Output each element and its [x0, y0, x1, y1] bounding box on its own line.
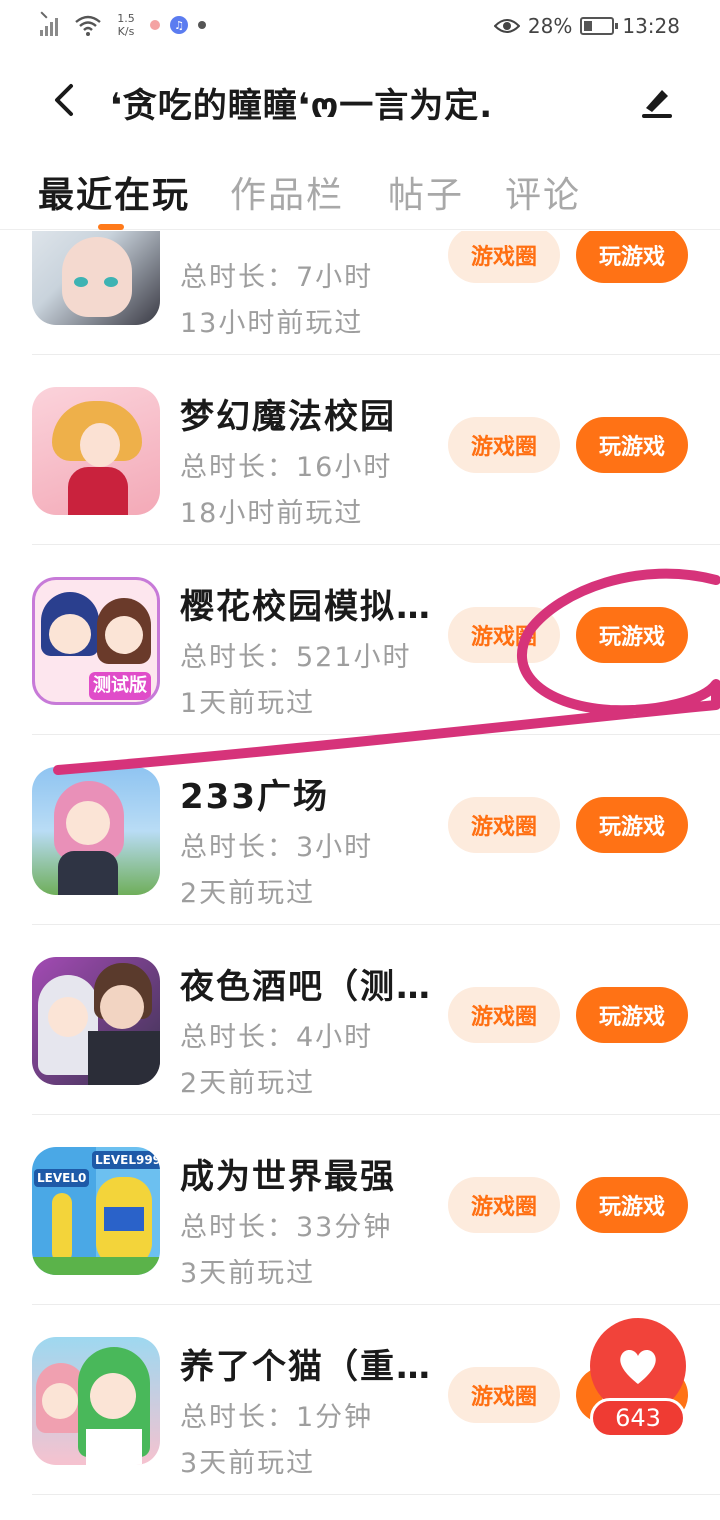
- like-button[interactable]: 643: [590, 1318, 686, 1440]
- game-name: 成为世界最强: [180, 1157, 396, 1197]
- heart-icon: [620, 1350, 656, 1384]
- game-duration: 总时长：4小时: [180, 1022, 374, 1053]
- play-game-button[interactable]: 玩游戏: [576, 797, 688, 853]
- game-name: 梦幻魔法校园: [180, 397, 396, 437]
- profile-header: ❛贪吃的瞳瞳❛ო一言为定.: [0, 60, 720, 140]
- game-circle-button[interactable]: 游戏圈: [448, 1177, 560, 1233]
- tab-works[interactable]: 作品栏: [230, 166, 344, 218]
- active-tab-indicator: [98, 224, 124, 230]
- level-badge-left: LEVEL0: [34, 1169, 90, 1187]
- page-title: ❛贪吃的瞳瞳❛ო一言为定.: [110, 86, 494, 126]
- tab-recently-played[interactable]: 最近在玩: [38, 166, 190, 218]
- game-circle-button[interactable]: 游戏圈: [448, 417, 560, 473]
- game-row[interactable]: 梦幻魔法校园 总时长：16小时 18小时前玩过 游戏圈 玩游戏: [0, 355, 720, 545]
- game-duration: 总时长：33分钟: [180, 1212, 393, 1243]
- game-row[interactable]: 233广场 总时长：3小时 2天前玩过 游戏圈 玩游戏: [0, 735, 720, 925]
- eye-icon: [493, 19, 520, 33]
- game-name: 夜色酒吧（测…: [180, 967, 430, 1007]
- notification-dot-icon: [150, 20, 160, 30]
- beta-badge: 测试版: [89, 672, 151, 700]
- wifi-icon: [75, 15, 101, 36]
- game-duration: 总时长：3小时: [180, 832, 374, 863]
- game-row[interactable]: 夜色酒吧（测… 总时长：4小时 2天前玩过 游戏圈 玩游戏: [0, 925, 720, 1115]
- game-icon: [32, 387, 160, 515]
- edit-button[interactable]: [636, 80, 676, 120]
- game-circle-button[interactable]: 游戏圈: [448, 231, 560, 283]
- game-icon: [32, 231, 160, 325]
- game-circle-button[interactable]: 游戏圈: [448, 797, 560, 853]
- game-circle-button[interactable]: 游戏圈: [448, 1367, 560, 1423]
- game-icon: LEVEL0 LEVEL999: [32, 1147, 160, 1275]
- game-icon: [32, 1337, 160, 1465]
- play-game-button[interactable]: 玩游戏: [576, 231, 688, 283]
- back-button[interactable]: [44, 78, 84, 122]
- game-duration: 总时长：7小时: [180, 262, 374, 293]
- clock: 13:28: [622, 14, 680, 38]
- game-name: 养了个猫（重…: [180, 1347, 430, 1387]
- game-circle-button[interactable]: 游戏圈: [448, 987, 560, 1043]
- game-duration: 总时长：521小时: [180, 642, 412, 673]
- game-last-played: 2天前玩过: [180, 1068, 316, 1099]
- dot-icon: [198, 21, 206, 29]
- game-last-played: 2天前玩过: [180, 878, 316, 909]
- game-last-played: 18小时前玩过: [180, 498, 364, 529]
- battery-percent: 28%: [527, 14, 573, 38]
- game-icon: [32, 767, 160, 895]
- play-game-button[interactable]: 玩游戏: [576, 607, 688, 663]
- game-name: 樱花校园模拟…: [180, 587, 430, 627]
- game-last-played: 3天前玩过: [180, 1258, 316, 1289]
- level-badge-right: LEVEL999: [92, 1151, 160, 1169]
- play-game-button[interactable]: 玩游戏: [576, 987, 688, 1043]
- game-duration: 总时长：16小时: [180, 452, 393, 483]
- play-game-button[interactable]: 玩游戏: [576, 417, 688, 473]
- play-game-button[interactable]: 玩游戏: [576, 1177, 688, 1233]
- game-last-played: 1天前玩过: [180, 688, 316, 719]
- game-last-played: 13小时前玩过: [180, 308, 364, 339]
- game-name: 233广场: [180, 777, 329, 817]
- game-circle-button[interactable]: 游戏圈: [448, 607, 560, 663]
- tab-posts[interactable]: 帖子: [388, 166, 464, 218]
- game-last-played: 3天前玩过: [180, 1448, 316, 1479]
- game-duration: 总时长：1分钟: [180, 1402, 374, 1433]
- pen-icon: [642, 90, 672, 118]
- game-row[interactable]: LEVEL0 LEVEL999 成为世界最强 总时长：33分钟 3天前玩过 游戏…: [0, 1115, 720, 1305]
- tab-bar: 最近在玩 作品栏 帖子 评论: [0, 160, 720, 230]
- network-speed: 1.5 K/s: [117, 12, 135, 38]
- status-bar: 1.5 K/s ♫ 28% 13:28: [0, 0, 720, 56]
- like-count: 643: [590, 1398, 686, 1438]
- game-row[interactable]: 测试版 樱花校园模拟… 总时长：521小时 1天前玩过 游戏圈 玩游戏: [0, 545, 720, 735]
- game-icon: [32, 957, 160, 1085]
- game-icon: 测试版: [32, 577, 160, 705]
- back-arrow-icon: [55, 84, 73, 116]
- tab-comments[interactable]: 评论: [505, 166, 581, 218]
- signal-icon: [40, 11, 64, 36]
- music-icon: ♫: [170, 16, 188, 34]
- battery-icon: [580, 17, 619, 35]
- game-row[interactable]: 总时长：7小时 13小时前玩过 游戏圈 玩游戏: [0, 231, 720, 355]
